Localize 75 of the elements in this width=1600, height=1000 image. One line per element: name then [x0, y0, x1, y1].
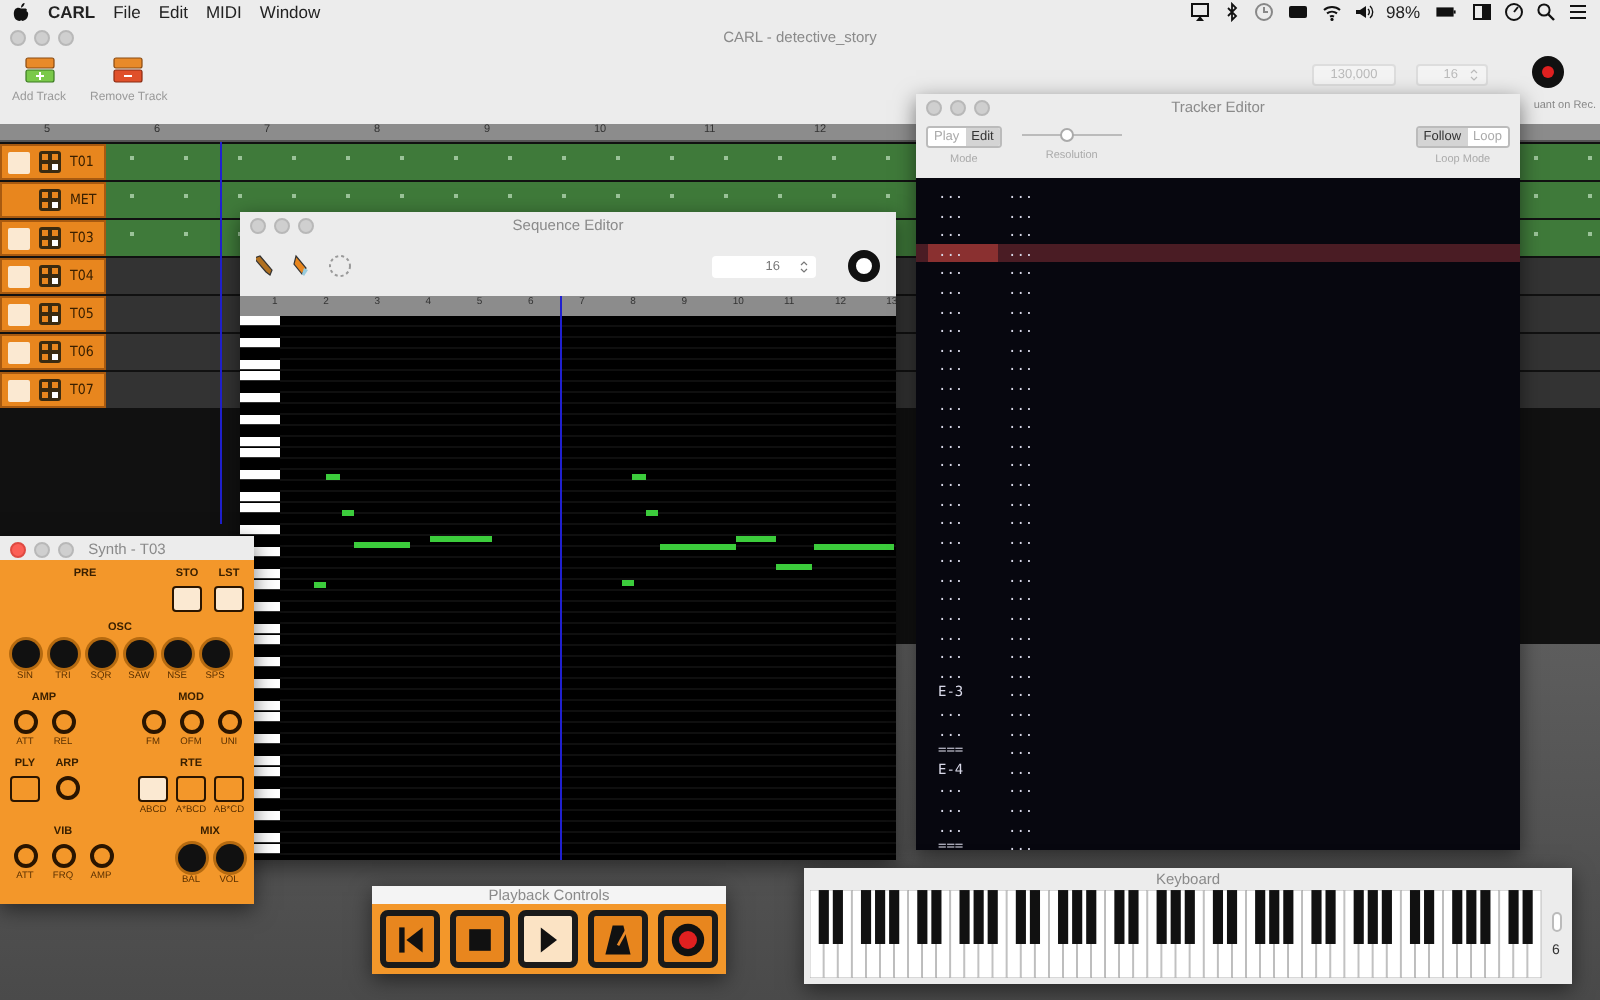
synth-icon: [38, 264, 62, 288]
battery-icon[interactable]: [1432, 2, 1460, 22]
list-icon[interactable]: [1568, 2, 1588, 22]
menu-item[interactable]: Window: [259, 2, 321, 22]
menu-item[interactable]: MIDI: [205, 2, 242, 22]
synth-icon: [38, 378, 62, 402]
transport-button[interactable]: [657, 910, 718, 968]
record-button[interactable]: [1532, 56, 1564, 88]
knob[interactable]: [217, 710, 241, 734]
quantize-button[interactable]: [848, 250, 880, 282]
toggle-button[interactable]: [176, 776, 206, 802]
track-checkbox[interactable]: [8, 303, 30, 325]
toggle-button[interactable]: [138, 776, 168, 802]
knob[interactable]: [179, 710, 203, 734]
transport-button[interactable]: [588, 910, 649, 968]
track-checkbox[interactable]: [8, 227, 30, 249]
clock-icon[interactable]: [1253, 2, 1274, 22]
record-icon: [669, 921, 706, 957]
knob[interactable]: [55, 776, 79, 800]
transport-button[interactable]: [380, 910, 441, 968]
speaker-icon[interactable]: [1353, 2, 1374, 22]
stepper-icon: [1470, 68, 1478, 82]
synth-icon: [38, 302, 62, 326]
menu-item[interactable]: Edit: [158, 2, 188, 22]
knob[interactable]: [13, 710, 37, 734]
screen-icon[interactable]: [1189, 2, 1210, 22]
dial-knob[interactable]: [11, 640, 39, 668]
dial-knob[interactable]: [201, 640, 229, 668]
pencil-icon: [256, 254, 276, 278]
dial-knob[interactable]: [87, 640, 115, 668]
dial-knob[interactable]: [49, 640, 77, 668]
synth-icon: [38, 340, 62, 364]
toggle-button[interactable]: [10, 776, 40, 802]
synth-icon: [38, 226, 62, 250]
resolution-slider[interactable]: [1021, 126, 1122, 144]
wifi-icon[interactable]: [1321, 2, 1342, 22]
knob[interactable]: [89, 844, 113, 868]
panel-icon[interactable]: [1472, 2, 1492, 22]
synth-icon: [38, 150, 62, 174]
apple-icon[interactable]: [12, 2, 30, 22]
knob[interactable]: [13, 844, 37, 868]
menu-item[interactable]: File: [113, 2, 141, 22]
dashed-circle-icon: [328, 254, 352, 278]
knob[interactable]: [141, 710, 165, 734]
toggle-button[interactable]: [214, 586, 244, 612]
search-icon[interactable]: [1536, 2, 1556, 22]
stepper-icon: [800, 259, 808, 273]
piano-keyboard[interactable]: [810, 890, 1542, 978]
transport-button[interactable]: [518, 910, 579, 968]
add-track-icon: [23, 56, 55, 84]
toggle-button[interactable]: [214, 776, 244, 802]
pencil-tool[interactable]: [256, 254, 276, 278]
track-checkbox[interactable]: [8, 341, 30, 363]
synth-icon: [38, 188, 62, 212]
track-checkbox[interactable]: [8, 265, 30, 287]
close-button[interactable]: [10, 542, 26, 558]
knob[interactable]: [51, 844, 75, 868]
transport-button[interactable]: [449, 910, 510, 968]
track-checkbox[interactable]: [8, 379, 30, 401]
bluetooth-icon[interactable]: [1221, 2, 1242, 22]
app-menu[interactable]: CARL: [48, 2, 96, 22]
track-checkbox[interactable]: [8, 151, 30, 173]
remove-track-icon: [112, 56, 145, 84]
knob[interactable]: [51, 710, 75, 734]
eraser-icon: [292, 254, 312, 278]
dial-knob[interactable]: [163, 640, 191, 668]
toggle-button[interactable]: [172, 586, 202, 612]
gauge-icon[interactable]: [1504, 2, 1524, 22]
display-icon[interactable]: [1285, 2, 1310, 22]
dial-knob[interactable]: [125, 640, 153, 668]
dial-knob[interactable]: [215, 844, 243, 872]
battery-percent: 98%: [1385, 2, 1420, 22]
eraser-tool[interactable]: [292, 254, 312, 278]
dial-knob[interactable]: [177, 844, 205, 872]
slider-thumb[interactable]: [1059, 128, 1074, 142]
